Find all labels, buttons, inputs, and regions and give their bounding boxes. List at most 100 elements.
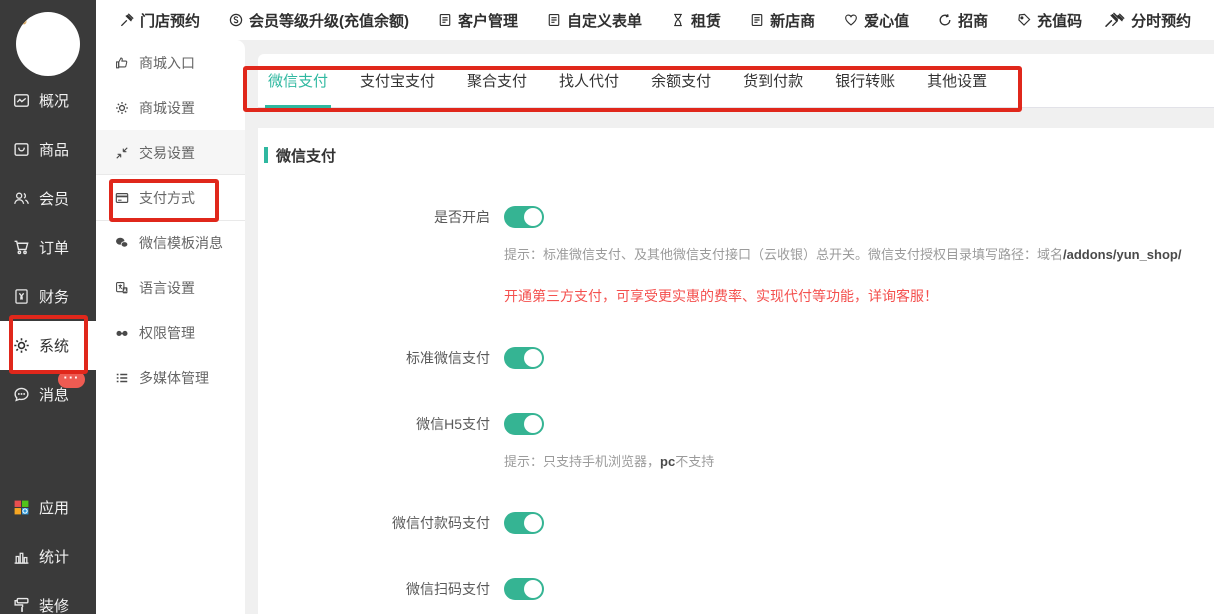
field-label: 是否开启 (264, 205, 504, 229)
compress-icon (115, 146, 129, 160)
topbar-item-租赁[interactable]: 租赁 (671, 10, 721, 31)
topbar-item-label: 新店商 (770, 10, 815, 31)
hint-text: 提示：标准微信支付、及其他微信支付接口（云收银）总开关。微信支付授权目录填写路径… (264, 247, 1194, 262)
paint-roller-icon (13, 597, 30, 614)
sidebar-item-label: 商品 (39, 139, 69, 160)
topbar-item-新店商[interactable]: 新店商 (750, 10, 815, 31)
sidebar-item-消息[interactable]: 消息··· (0, 370, 96, 419)
wechat-icon (115, 236, 129, 250)
cart-icon (13, 239, 30, 256)
toggle-switch-标准微信支付[interactable] (504, 347, 544, 369)
list-icon (115, 371, 129, 385)
topbar-item-自定义表单[interactable]: 自定义表单 (547, 10, 642, 31)
settings-sidebar-item-语言设置[interactable]: 语言设置 (96, 265, 245, 310)
topbar-item-充值码[interactable]: 充值码 (1017, 10, 1082, 31)
settings-item-label: 权限管理 (139, 323, 195, 343)
sidebar-item-订单[interactable]: 订单 (0, 223, 96, 272)
sidebar-item-系统[interactable]: 系统 (0, 321, 96, 370)
sidebar-item-label: 系统 (39, 335, 69, 356)
settings-sidebar-item-权限管理[interactable]: 权限管理 (96, 310, 245, 355)
chat-icon (13, 386, 30, 403)
settings-sidebar-item-多媒体管理[interactable]: 多媒体管理 (96, 355, 245, 400)
finance-icon (13, 288, 30, 305)
content-area: 微信支付支付宝支付聚合支付找人代付余额支付货到付款银行转账其他设置 微信支付 是… (245, 40, 1214, 614)
payment-settings-panel: 微信支付 是否开启提示：标准微信支付、及其他微信支付接口（云收银）总开关。微信支… (258, 128, 1214, 614)
hand-icon (115, 56, 129, 70)
sidebar-item-应用[interactable]: 应用 (0, 483, 96, 532)
tag-icon (1017, 13, 1031, 27)
settings-sidebar-item-商城入口[interactable]: 商城入口 (96, 40, 245, 85)
sidebar-spacer (0, 419, 96, 483)
settings-sidebar-item-商城设置[interactable]: 商城设置 (96, 85, 245, 130)
sidebar-item-label: 会员 (39, 188, 69, 209)
settings-sidebar-item-支付方式[interactable]: 支付方式 (96, 175, 245, 220)
settings-item-label: 支付方式 (139, 188, 195, 208)
gear-icon (13, 337, 30, 354)
toggle-switch-微信H5支付[interactable] (504, 413, 544, 435)
topbar-item-客户管理[interactable]: 客户管理 (438, 10, 518, 31)
heart-icon (844, 13, 858, 27)
section-title: 微信支付 (276, 145, 336, 166)
topbar-item-爱心值[interactable]: 爱心值 (844, 10, 909, 31)
gavel-icon[interactable] (1104, 12, 1120, 28)
tab-找人代付[interactable]: 找人代付 (559, 54, 619, 107)
field-label: 微信扫码支付 (264, 577, 504, 601)
sidebar-secondary-nav: 应用统计装修 (0, 483, 96, 614)
topbar-item-招商[interactable]: 招商 (938, 10, 988, 31)
topbar-item-会员等级升级(充值余额)[interactable]: 会员等级升级(充值余额) (229, 10, 409, 31)
field-label: 标准微信支付 (264, 346, 504, 370)
topbar: 门店预约 会员等级升级(充值余额) 客户管理 自定义表单 租赁 新店商 爱心值 招商 充值码 分时… (96, 0, 1214, 40)
hourglass-icon (671, 13, 685, 27)
form-icon (547, 13, 561, 27)
s-circle-icon (229, 13, 243, 27)
tab-余额支付[interactable]: 余额支付 (651, 54, 711, 107)
section-header: 微信支付 (264, 145, 1194, 165)
toggle-switch-微信扫码支付[interactable] (504, 578, 544, 600)
form-row: 标准微信支付 (264, 346, 1194, 370)
settings-sidebar-item-微信模板消息[interactable]: 微信模板消息 (96, 220, 245, 265)
tab-微信支付[interactable]: 微信支付 (268, 54, 328, 107)
sidebar-item-label: 订单 (39, 237, 69, 258)
tab-聚合支付[interactable]: 聚合支付 (467, 54, 527, 107)
topbar-item-label: 充值码 (1037, 10, 1082, 31)
app-logo[interactable] (16, 12, 80, 76)
form-icon (750, 13, 764, 27)
sidebar-item-装修[interactable]: 装修 (0, 581, 96, 614)
sidebar-item-概况[interactable]: 概况 (0, 76, 96, 125)
sidebar-item-会员[interactable]: 会员 (0, 174, 96, 223)
gavel-icon (120, 13, 134, 27)
gear-icon (115, 101, 129, 115)
settings-sidebar: 商城入口商城设置交易设置支付方式微信模板消息语言设置权限管理多媒体管理 (96, 40, 245, 614)
topbar-item-label: 会员等级升级(充值余额) (249, 10, 409, 31)
topbar-item-分时预约[interactable]: 分时预约 (1111, 10, 1191, 31)
toggle-switch-微信付款码支付[interactable] (504, 512, 544, 534)
sidebar-item-财务[interactable]: 财务 (0, 272, 96, 321)
sidebar-main-nav: 概况商品会员订单财务系统消息··· (0, 76, 96, 419)
form-row: 微信扫码支付 (264, 577, 1194, 601)
settings-item-label: 交易设置 (139, 143, 195, 163)
sidebar-item-统计[interactable]: 统计 (0, 532, 96, 581)
topbar-item-label: 租赁 (691, 10, 721, 31)
sidebar-item-商品[interactable]: 商品 (0, 125, 96, 174)
toggle-switch-是否开启[interactable] (504, 206, 544, 228)
binoculars-icon (115, 326, 129, 340)
topbar-item-门店预约[interactable]: 门店预约 (120, 10, 200, 31)
perfume-bottle-logo (16, 12, 80, 28)
form-row: 微信付款码支付 (264, 511, 1194, 535)
bag-icon (13, 141, 30, 158)
users-icon (13, 190, 30, 207)
form-row: 是否开启 (264, 205, 1194, 229)
payment-tabs-bar: 微信支付支付宝支付聚合支付找人代付余额支付货到付款银行转账其他设置 (258, 54, 1214, 108)
tab-银行转账[interactable]: 银行转账 (835, 54, 895, 107)
recycle-icon (938, 13, 952, 27)
tab-其他设置[interactable]: 其他设置 (927, 54, 987, 107)
apps-icon (13, 499, 30, 516)
section-accent-bar (264, 147, 268, 163)
tab-货到付款[interactable]: 货到付款 (743, 54, 803, 107)
topbar-item-label: 分时预约 (1131, 10, 1191, 31)
field-label: 微信H5支付 (264, 412, 504, 436)
sidebar-item-label: 财务 (39, 286, 69, 307)
settings-sidebar-item-交易设置[interactable]: 交易设置 (96, 130, 245, 175)
card-icon (115, 191, 129, 205)
tab-支付宝支付[interactable]: 支付宝支付 (360, 54, 435, 107)
